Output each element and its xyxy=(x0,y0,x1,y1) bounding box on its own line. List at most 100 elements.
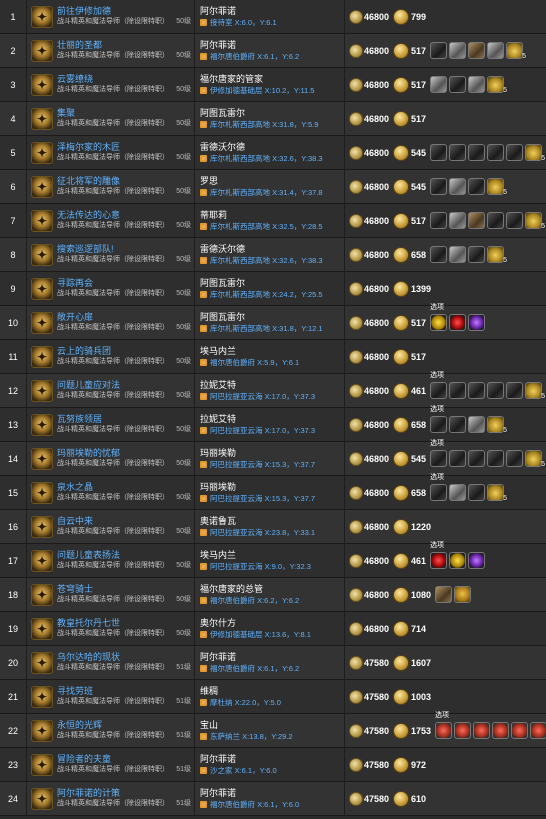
npc-location-link[interactable]: 福尔唐伯爵府 X:6.2，Y:6.2 xyxy=(210,595,299,606)
reward-item-icon[interactable] xyxy=(449,76,467,93)
npc-location-link[interactable]: 阿巴拉提亚云海 X:17.0，Y:37.3 xyxy=(210,391,315,402)
npc-location-link[interactable]: 摩杜纳 X:22.0，Y:5.0 xyxy=(210,697,281,708)
reward-item-icon[interactable]: 5 xyxy=(487,246,507,264)
reward-item-icon[interactable] xyxy=(430,76,448,93)
reward-item-icon[interactable] xyxy=(454,586,472,603)
reward-item-icon[interactable] xyxy=(487,144,505,161)
reward-item-icon[interactable] xyxy=(449,382,467,399)
reward-item-icon[interactable] xyxy=(449,314,467,331)
reward-item-icon[interactable] xyxy=(449,212,467,229)
npc-location-link[interactable]: 福尔唐伯爵府 X:5.9，Y:6.1 xyxy=(210,357,299,368)
reward-item-icon[interactable]: 5 xyxy=(525,382,545,400)
npc-location-link[interactable]: 接待室 X:6.0，Y:6.1 xyxy=(210,17,277,28)
reward-item-icon[interactable] xyxy=(506,212,524,229)
reward-item-icon[interactable] xyxy=(430,178,448,195)
quest-title-link[interactable]: 乌尔达哈的现状 xyxy=(57,652,194,663)
quest-title-link[interactable]: 寻找劳班 xyxy=(57,686,194,697)
quest-title-link[interactable]: 永恒的光辉 xyxy=(57,720,194,731)
reward-item-icon[interactable] xyxy=(449,144,467,161)
reward-item-icon[interactable] xyxy=(468,144,486,161)
reward-item-icon[interactable] xyxy=(430,314,448,331)
reward-item-icon[interactable] xyxy=(430,144,448,161)
reward-item-icon[interactable]: 5 xyxy=(487,484,507,502)
reward-item-icon[interactable] xyxy=(506,144,524,161)
reward-item-icon[interactable] xyxy=(430,552,448,569)
reward-item-icon[interactable]: 5 xyxy=(506,42,526,60)
quest-title-link[interactable]: 问题儿童应对法 xyxy=(57,380,194,391)
reward-item-icon[interactable] xyxy=(468,246,486,263)
reward-item-icon[interactable] xyxy=(430,416,448,433)
reward-item-icon[interactable] xyxy=(487,382,505,399)
npc-location-link[interactable]: 库尔札斯西部高地 X:32.6，Y:38.3 xyxy=(210,153,323,164)
reward-item-icon[interactable]: 5 xyxy=(487,76,507,94)
quest-title-link[interactable]: 泽梅尔家的木匠 xyxy=(57,142,194,153)
npc-location-link[interactable]: 库尔札斯西部高地 X:32.5，Y:28.5 xyxy=(210,221,323,232)
reward-item-icon[interactable] xyxy=(468,382,486,399)
quest-title-link[interactable]: 无法传达的心意 xyxy=(57,210,194,221)
npc-location-link[interactable]: 库尔札斯西部高地 X:31.4，Y:37.8 xyxy=(210,187,323,198)
quest-title-link[interactable]: 泉水之晶 xyxy=(57,482,194,493)
reward-item-icon[interactable]: 5 xyxy=(487,178,507,196)
npc-location-link[interactable]: 福尔唐伯爵府 X:6.1，Y:6.0 xyxy=(210,799,299,810)
npc-location-link[interactable]: 东萨纳兰 X:13.8，Y:29.2 xyxy=(210,731,293,742)
reward-item-icon[interactable] xyxy=(468,42,486,59)
reward-item-icon[interactable] xyxy=(468,552,486,569)
npc-location-link[interactable]: 福尔唐伯爵府 X:6.1，Y:6.2 xyxy=(210,663,299,674)
reward-item-icon[interactable] xyxy=(435,722,453,739)
reward-item-icon[interactable] xyxy=(492,722,510,739)
quest-title-link[interactable]: 前往伊修加德 xyxy=(57,6,194,17)
npc-location-link[interactable]: 阿巴拉提亚云海 X:17.0，Y:37.3 xyxy=(210,425,315,436)
reward-item-icon[interactable] xyxy=(487,450,505,467)
quest-title-link[interactable]: 集聚 xyxy=(57,108,194,119)
npc-location-link[interactable]: 库尔札斯西部高地 X:24.2，Y:25.5 xyxy=(210,289,323,300)
quest-title-link[interactable]: 问题儿童表扬法 xyxy=(57,550,194,561)
npc-location-link[interactable]: 阿巴拉提亚云海 X:23.8，Y:33.1 xyxy=(210,527,315,538)
npc-location-link[interactable]: 阿巴拉提亚云海 X:15.3，Y:37.7 xyxy=(210,493,315,504)
reward-item-icon[interactable] xyxy=(468,212,486,229)
npc-location-link[interactable]: 库尔札斯西部高地 X:31.8，Y:5.9 xyxy=(210,119,318,130)
npc-location-link[interactable]: 库尔札斯西部高地 X:32.6，Y:38.3 xyxy=(210,255,323,266)
npc-location-link[interactable]: 福尔唐伯爵府 X:6.1，Y:6.2 xyxy=(210,51,299,62)
reward-item-icon[interactable] xyxy=(468,314,486,331)
reward-item-icon[interactable] xyxy=(449,246,467,263)
reward-item-icon[interactable] xyxy=(449,42,467,59)
reward-item-icon[interactable] xyxy=(454,722,472,739)
quest-title-link[interactable]: 阿尔菲诺的计策 xyxy=(57,788,194,799)
reward-item-icon[interactable] xyxy=(449,416,467,433)
reward-item-icon[interactable] xyxy=(430,246,448,263)
reward-item-icon[interactable]: 5 xyxy=(525,212,545,230)
reward-item-icon[interactable] xyxy=(468,416,486,433)
quest-title-link[interactable]: 瓦努族领居 xyxy=(57,414,194,425)
npc-location-link[interactable]: 阿巴拉提亚云海 X:9.0，Y:32.3 xyxy=(210,561,311,572)
quest-title-link[interactable]: 教皇托尔丹七世 xyxy=(57,618,194,629)
npc-location-link[interactable]: 伊修加德基础层 X:13.6，Y:8.1 xyxy=(210,629,311,640)
quest-title-link[interactable]: 自云中来 xyxy=(57,516,194,527)
npc-location-link[interactable]: 阿巴拉提亚云海 X:15.3，Y:37.7 xyxy=(210,459,315,470)
quest-title-link[interactable]: 敞开心扉 xyxy=(57,312,194,323)
quest-title-link[interactable]: 苍穹骑士 xyxy=(57,584,194,595)
reward-item-icon[interactable] xyxy=(468,450,486,467)
reward-item-icon[interactable] xyxy=(530,722,546,739)
reward-item-icon[interactable] xyxy=(449,552,467,569)
reward-item-icon[interactable] xyxy=(511,722,529,739)
reward-item-icon[interactable]: 5 xyxy=(525,450,545,468)
reward-item-icon[interactable] xyxy=(449,178,467,195)
quest-title-link[interactable]: 冒险者的夫童 xyxy=(57,754,194,765)
reward-item-icon[interactable]: 5 xyxy=(487,416,507,434)
reward-item-icon[interactable] xyxy=(468,76,486,93)
reward-item-icon[interactable] xyxy=(435,586,453,603)
quest-title-link[interactable]: 壮丽的圣都 xyxy=(57,40,194,51)
reward-item-icon[interactable] xyxy=(449,484,467,501)
reward-item-icon[interactable] xyxy=(468,178,486,195)
reward-item-icon[interactable]: 5 xyxy=(525,144,545,162)
npc-location-link[interactable]: 伊修加德基础层 X:10.2，Y:11.5 xyxy=(210,85,314,96)
quest-title-link[interactable]: 寻踪再会 xyxy=(57,278,194,289)
reward-item-icon[interactable] xyxy=(473,722,491,739)
reward-item-icon[interactable] xyxy=(506,382,524,399)
reward-item-icon[interactable] xyxy=(487,212,505,229)
reward-item-icon[interactable] xyxy=(506,450,524,467)
reward-item-icon[interactable] xyxy=(430,450,448,467)
reward-item-icon[interactable] xyxy=(468,484,486,501)
quest-title-link[interactable]: 云雾缭绕 xyxy=(57,74,194,85)
npc-location-link[interactable]: 沙之家 X:6.1，Y:6.0 xyxy=(210,765,277,776)
